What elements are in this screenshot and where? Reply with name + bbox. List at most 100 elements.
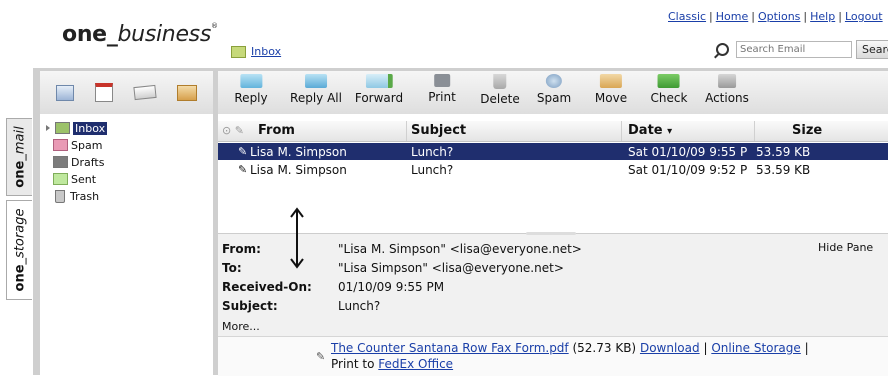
column-date-label: Date [628, 123, 663, 138]
list-header: ⊙ ✎ From Subject Date ▾ Size [218, 121, 888, 142]
forward-label: Forward [354, 91, 404, 105]
spam-button[interactable]: Spam [537, 74, 571, 105]
reply-all-label: Reply All [290, 91, 342, 105]
received-value: 01/10/09 9:55 PM [338, 280, 445, 294]
print-label: Print [428, 90, 456, 104]
check-label: Check [650, 91, 688, 105]
move-folder-icon [600, 74, 622, 88]
folder-sent[interactable]: Sent [53, 171, 96, 187]
actions-button[interactable]: Actions [705, 74, 749, 105]
trash-folder-icon [55, 189, 65, 203]
folder-pane: Inbox Spam Drafts Sent Trash [40, 114, 213, 375]
row-size: 53.59 KB [756, 145, 811, 159]
folder-label-sent: Sent [71, 172, 97, 186]
actions-tools-icon [718, 74, 736, 88]
row-from: Lisa M. Simpson [250, 163, 347, 177]
subject-label: Subject: [222, 299, 278, 313]
to-value: "Lisa Simpson" <lisa@everyone.net> [338, 261, 564, 275]
breadcrumb-inbox-link[interactable]: Inbox [251, 45, 281, 58]
from-value: "Lisa M. Simpson" <lisa@everyone.net> [338, 242, 582, 256]
table-row[interactable]: ✎ Lisa M. Simpson Lunch? Sat 01/10/09 9:… [218, 143, 888, 160]
classic-link[interactable]: Classic [668, 10, 706, 23]
tab-one-mail[interactable]: one_mail [6, 118, 32, 196]
edit-pencil-icon: ✎ [238, 145, 248, 158]
help-link[interactable]: Help [810, 10, 835, 23]
separator: | [703, 341, 708, 355]
reply-button[interactable]: Reply [234, 74, 268, 105]
logo-mark: ® [211, 22, 218, 30]
pane-resize-handle[interactable] [526, 232, 576, 235]
message-toolbar: Reply Reply All Forward Print Delete Spa… [218, 71, 888, 114]
top-links: Classic | Home | Options | Help | Logout [668, 10, 883, 23]
folder-drafts[interactable]: Drafts [53, 154, 104, 170]
column-from[interactable]: From [258, 123, 295, 138]
spam-folder-icon [53, 139, 68, 151]
logo-one: one [62, 22, 107, 47]
read-status-icon[interactable]: ⊙ ✎ [222, 124, 244, 137]
row-date: Sat 01/10/09 9:55 P [628, 145, 748, 159]
attachment-size: (52.73 KB) [572, 341, 637, 355]
from-label: From: [222, 242, 261, 256]
move-button[interactable]: Move [595, 74, 627, 105]
received-label: Received-On: [222, 280, 312, 294]
logout-link[interactable]: Logout [845, 10, 883, 23]
tab-storage-one: one [12, 264, 27, 292]
row-date: Sat 01/10/09 9:52 P [628, 163, 748, 177]
spam-label: Spam [536, 91, 572, 105]
sent-folder-icon [53, 173, 68, 185]
hide-pane-button[interactable]: Hide Pane [818, 241, 873, 254]
search-icon [716, 43, 729, 56]
folder-label-spam: Spam [71, 138, 103, 152]
folder-icon[interactable] [176, 84, 197, 101]
online-storage-link[interactable]: Online Storage [711, 341, 800, 355]
folder-inbox[interactable]: Inbox [46, 120, 108, 136]
row-subject: Lunch? [411, 145, 454, 159]
folder-icon [231, 45, 246, 58]
row-from: Lisa M. Simpson [250, 145, 347, 159]
to-label: To: [222, 261, 242, 275]
attachment-bar: ✎ The Counter Santana Row Fax Form.pdf (… [218, 336, 888, 376]
folder-label-drafts: Drafts [71, 155, 105, 169]
tab-one-storage[interactable]: one_storage [6, 200, 32, 300]
folder-trash[interactable]: Trash [53, 188, 99, 204]
attachment-file-link[interactable]: The Counter Santana Row Fax Form.pdf [331, 341, 569, 355]
column-subject[interactable]: Subject [411, 123, 466, 138]
breadcrumb: Inbox [231, 45, 281, 58]
search-button[interactable]: Search [856, 40, 888, 59]
row-subject: Lunch? [411, 163, 454, 177]
forward-button[interactable]: Forward [355, 74, 403, 105]
folder-label-trash: Trash [70, 189, 100, 203]
delete-button[interactable]: Delete [480, 74, 520, 106]
home-link[interactable]: Home [716, 10, 748, 23]
move-label: Move [594, 91, 628, 105]
spam-icon [546, 74, 562, 88]
actions-label: Actions [705, 91, 749, 105]
reply-label: Reply [234, 91, 268, 105]
notes-icon[interactable] [133, 84, 157, 101]
search-input[interactable] [736, 41, 852, 58]
download-link[interactable]: Download [640, 341, 700, 355]
tab-storage-suffix: _storage [12, 208, 27, 265]
edit-pencil-icon: ✎ [238, 163, 248, 176]
tab-mail-suffix: _mail [12, 126, 27, 161]
logo-business: business [117, 22, 212, 47]
more-link[interactable]: More... [222, 320, 260, 333]
contacts-icon[interactable] [56, 84, 75, 101]
folder-label-inbox: Inbox [73, 121, 108, 135]
print-button[interactable]: Print [428, 74, 456, 104]
row-size: 53.59 KB [756, 163, 811, 177]
reply-all-button[interactable]: Reply All [290, 74, 342, 105]
sort-desc-icon: ▾ [667, 126, 673, 137]
inbox-icon [55, 122, 70, 134]
expand-arrow-icon[interactable] [46, 125, 50, 131]
column-size[interactable]: Size [792, 123, 822, 138]
folder-spam[interactable]: Spam [53, 137, 102, 153]
fedex-office-link[interactable]: FedEx Office [378, 357, 453, 371]
options-link[interactable]: Options [758, 10, 800, 23]
calendar-icon[interactable] [95, 83, 114, 102]
trash-icon [493, 74, 507, 89]
check-button[interactable]: Check [650, 74, 688, 105]
column-date[interactable]: Date ▾ [628, 123, 672, 138]
subject-value: Lunch? [338, 299, 381, 313]
table-row[interactable]: ✎ Lisa M. Simpson Lunch? Sat 01/10/09 9:… [218, 161, 888, 178]
